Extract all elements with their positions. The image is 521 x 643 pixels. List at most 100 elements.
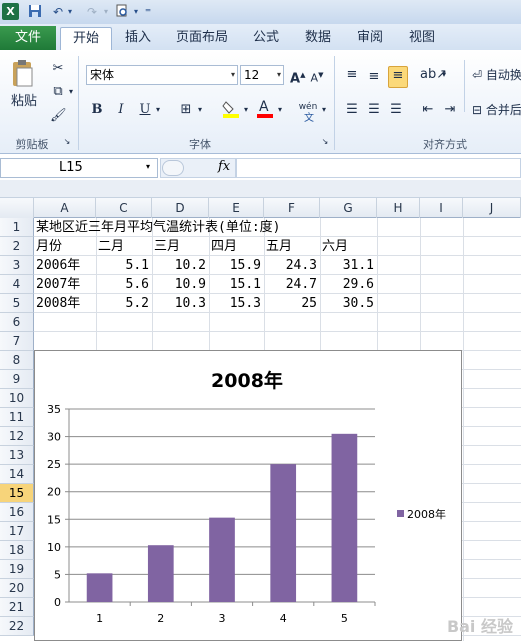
tab-view[interactable]: 视图 xyxy=(402,27,442,50)
value-cell[interactable]: 30.5 xyxy=(320,294,374,313)
phonetic-dropdown-icon[interactable]: ▾ xyxy=(320,101,328,119)
value-cell[interactable]: 15.3 xyxy=(209,294,261,313)
tab-page-layout[interactable]: 页面布局 xyxy=(170,27,234,50)
column-header-C[interactable]: C xyxy=(96,198,152,218)
tab-insert[interactable]: 插入 xyxy=(118,27,158,50)
column-header-D[interactable]: D xyxy=(152,198,209,218)
column-header-E[interactable]: E xyxy=(209,198,264,218)
header-cell[interactable]: 二月 xyxy=(98,237,124,256)
font-name-combo[interactable]: 宋体 ▾ xyxy=(86,65,238,85)
undo-dropdown-icon[interactable]: ▾ xyxy=(62,4,78,20)
row-header[interactable]: 20 xyxy=(0,579,34,598)
align-left-icon[interactable]: ☰ xyxy=(344,101,360,119)
value-cell[interactable]: 10.9 xyxy=(152,275,206,294)
font-size-combo[interactable]: 12 ▾ xyxy=(240,65,284,85)
value-cell[interactable]: 24.7 xyxy=(264,275,317,294)
border-icon[interactable]: ⊞ xyxy=(178,101,194,119)
font-color-icon[interactable]: A xyxy=(256,98,274,118)
header-cell[interactable]: 六月 xyxy=(322,237,348,256)
orientation-icon[interactable]: ab↗ xyxy=(420,66,447,84)
row-header[interactable]: 8 xyxy=(0,351,34,370)
paste-button[interactable]: 粘贴 xyxy=(8,93,40,111)
orientation-dropdown-icon[interactable]: ▾ xyxy=(440,66,448,84)
row-header[interactable]: 10 xyxy=(0,389,34,408)
value-cell[interactable]: 5.2 xyxy=(96,294,149,313)
merge-center-button[interactable]: ⊟ 合并后 xyxy=(472,101,521,119)
align-right-icon[interactable]: ☰ xyxy=(388,101,404,119)
tab-data[interactable]: 数据 xyxy=(298,27,338,50)
row-header[interactable]: 5 xyxy=(0,294,34,313)
row-header[interactable]: 21 xyxy=(0,598,34,617)
row-header[interactable]: 12 xyxy=(0,427,34,446)
row-header[interactable]: 3 xyxy=(0,256,34,275)
select-all-corner[interactable] xyxy=(0,198,34,218)
year-cell[interactable]: 2008年 xyxy=(36,294,80,313)
row-header[interactable]: 1 xyxy=(0,218,34,237)
cut-icon[interactable]: ✂ xyxy=(50,60,66,78)
value-cell[interactable]: 5.1 xyxy=(96,256,149,275)
column-header-G[interactable]: G xyxy=(320,198,377,218)
customize-icon[interactable]: ⁼ xyxy=(140,4,156,20)
shrink-font-icon[interactable]: A▼ xyxy=(310,66,324,85)
formula-input[interactable] xyxy=(236,158,521,178)
column-header-F[interactable]: F xyxy=(264,198,320,218)
tab-formulas[interactable]: 公式 xyxy=(246,27,286,50)
row-header[interactable]: 22 xyxy=(0,617,34,636)
row-header[interactable]: 16 xyxy=(0,503,34,522)
file-tab[interactable]: 文件 xyxy=(0,26,56,50)
value-cell[interactable]: 24.3 xyxy=(264,256,317,275)
bold-button[interactable]: B xyxy=(90,101,104,119)
formula-toggle-icon[interactable] xyxy=(162,160,184,176)
italic-button[interactable]: I xyxy=(114,101,128,119)
chart-area[interactable]: 2008年 0 5 10 15 20 25 30 35 1 2 3 4 5 2008年 xyxy=(34,350,462,641)
paste-icon[interactable] xyxy=(10,58,36,90)
row-header[interactable]: 6 xyxy=(0,313,34,332)
underline-dropdown-icon[interactable]: ▾ xyxy=(154,101,162,119)
name-box[interactable]: L15 xyxy=(0,158,158,178)
clipboard-launcher-icon[interactable]: ↘ xyxy=(62,136,72,148)
row-header[interactable]: 7 xyxy=(0,332,34,351)
value-cell[interactable]: 5.6 xyxy=(96,275,149,294)
fill-color-icon[interactable] xyxy=(222,98,240,118)
header-cell[interactable]: 四月 xyxy=(211,237,237,256)
align-bottom-icon[interactable]: ≡ xyxy=(388,66,408,88)
align-top-icon[interactable]: ≡ xyxy=(344,66,360,84)
row-header[interactable]: 13 xyxy=(0,446,34,465)
row-header[interactable]: 4 xyxy=(0,275,34,294)
underline-button[interactable]: U xyxy=(138,101,152,119)
column-header-A[interactable]: A xyxy=(34,198,96,218)
font-color-dropdown-icon[interactable]: ▾ xyxy=(276,101,284,119)
row-header[interactable]: 9 xyxy=(0,370,34,389)
value-cell[interactable]: 29.6 xyxy=(320,275,374,294)
row-header[interactable]: 2 xyxy=(0,237,34,256)
year-cell[interactable]: 2007年 xyxy=(36,275,80,294)
tab-review[interactable]: 审阅 xyxy=(350,27,390,50)
border-dropdown-icon[interactable]: ▾ xyxy=(196,101,204,119)
row-header[interactable]: 19 xyxy=(0,560,34,579)
header-cell[interactable]: 五月 xyxy=(266,237,292,256)
align-middle-icon[interactable]: ≡ xyxy=(366,68,382,86)
save-icon[interactable] xyxy=(27,4,43,20)
value-cell[interactable]: 15.1 xyxy=(209,275,261,294)
header-cell[interactable]: 三月 xyxy=(154,237,180,256)
insert-function-icon[interactable]: fx xyxy=(218,159,230,174)
column-header-I[interactable]: I xyxy=(420,198,463,218)
font-launcher-icon[interactable]: ↘ xyxy=(320,136,330,148)
value-cell[interactable]: 15.9 xyxy=(209,256,261,275)
table-title-cell[interactable]: 某地区近三年月平均气温统计表(单位:度) xyxy=(36,218,280,237)
copy-icon[interactable]: ⧉ xyxy=(50,83,66,101)
row-header-selected[interactable]: 15 xyxy=(0,484,34,503)
redo-dropdown-icon[interactable]: ▾ xyxy=(98,4,114,20)
copy-dropdown-icon[interactable]: ▾ xyxy=(67,83,75,101)
value-cell[interactable]: 10.2 xyxy=(152,256,206,275)
fill-dropdown-icon[interactable]: ▾ xyxy=(242,101,250,119)
name-box-dropdown-icon[interactable]: ▾ xyxy=(146,162,150,171)
year-cell[interactable]: 2006年 xyxy=(36,256,80,275)
increase-indent-icon[interactable]: ⇥ xyxy=(442,101,458,119)
value-cell[interactable]: 10.3 xyxy=(152,294,206,313)
value-cell[interactable]: 25 xyxy=(264,294,317,313)
column-header-J[interactable]: J xyxy=(463,198,521,218)
row-header[interactable]: 18 xyxy=(0,541,34,560)
header-cell[interactable]: 月份 xyxy=(36,237,62,256)
tab-home[interactable]: 开始 xyxy=(60,27,112,51)
